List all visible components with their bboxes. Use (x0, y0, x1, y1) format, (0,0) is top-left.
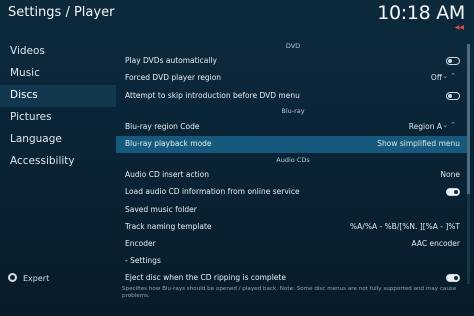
sidebar-item-videos[interactable]: Videos (0, 41, 116, 63)
setting-bluray-playback-mode[interactable]: Blu-ray playback mode Show simplified me… (116, 136, 470, 153)
back-arrow-icon[interactable]: ◀◀ (455, 24, 464, 31)
setting-value: None (440, 170, 460, 179)
setting-encoder-settings[interactable]: - Settings (116, 253, 470, 269)
setting-label: - Settings (125, 256, 161, 265)
setting-play-dvds-automatically[interactable]: Play DVDs automatically (116, 53, 470, 69)
setting-saved-music-folder[interactable]: Saved music folder (116, 202, 470, 218)
sidebar-item-label: Videos (10, 45, 45, 57)
setting-label: Saved music folder (125, 205, 197, 214)
sidebar-item-accessibility[interactable]: Accessibility (0, 151, 116, 173)
setting-bluray-region[interactable]: Blu-ray region Code Region A ⌄⌃ (116, 119, 470, 135)
sidebar-item-label: Discs (10, 89, 38, 101)
sidebar-item-label: Pictures (10, 111, 52, 123)
toggle-off-icon[interactable] (446, 57, 460, 65)
setting-label: Load audio CD information from online se… (125, 187, 300, 196)
page-title: Settings / Player (8, 5, 115, 20)
scrollbar-thumb[interactable] (467, 44, 470, 194)
setting-skip-intro[interactable]: Attempt to skip introduction before DVD … (116, 88, 470, 104)
setting-label: Forced DVD player region (125, 73, 222, 82)
toggle-off-icon[interactable] (446, 92, 460, 100)
sidebar-item-music[interactable]: Music (0, 63, 116, 85)
setting-label: Audio CD insert action (125, 170, 209, 179)
settings-list: DVD Play DVDs automatically Forced DVD p… (116, 38, 474, 288)
setting-forced-dvd-region[interactable]: Forced DVD player region Off ⌄⌃ (116, 70, 470, 86)
setting-label: Play DVDs automatically (125, 56, 217, 65)
expert-level-button[interactable]: Expert (8, 273, 49, 283)
sidebar-item-label: Music (10, 67, 40, 79)
setting-audio-cd-insert-action[interactable]: Audio CD insert action None (116, 167, 470, 183)
setting-label: Blu-ray region Code (125, 122, 200, 131)
setting-eject-disc[interactable]: Eject disc when the CD ripping is comple… (116, 270, 470, 286)
setting-label: Track naming template (125, 222, 212, 231)
setting-encoder[interactable]: Encoder AAC encoder (116, 236, 470, 252)
sidebar-item-discs[interactable]: Discs (0, 85, 116, 107)
setting-label: Blu-ray playback mode (125, 139, 212, 148)
description-line: Specifies how Blu-rays should be opened … (122, 286, 457, 292)
description-line: problems. (122, 293, 150, 299)
gear-icon (8, 273, 17, 282)
header: Settings / Player 10:18 AM ◀◀ (0, 0, 474, 31)
sidebar-item-label: Accessibility (10, 155, 75, 167)
setting-description: Specifies how Blu-rays should be opened … (122, 286, 462, 300)
clock: 10:18 AM (377, 2, 465, 24)
scrollbar[interactable] (467, 44, 470, 284)
spinner-arrows-icon[interactable]: ⌄⌃ (442, 72, 458, 80)
sidebar-item-language[interactable]: Language (0, 129, 116, 151)
setting-value: AAC encoder (411, 239, 461, 248)
setting-label: Encoder (125, 239, 156, 248)
sidebar-item-pictures[interactable]: Pictures (0, 107, 116, 129)
expert-label: Expert (23, 274, 50, 283)
setting-label: Eject disc when the CD ripping is comple… (125, 273, 286, 282)
sidebar-item-label: Language (10, 133, 62, 145)
section-header-dvd: DVD (285, 42, 301, 50)
spinner-arrows-icon[interactable]: ⌄⌃ (442, 121, 458, 129)
setting-label: Attempt to skip introduction before DVD … (125, 91, 300, 100)
section-header-bluray: Blu-ray (281, 107, 305, 115)
setting-value: %A/%A - %B/[%N. ][%A - ]%T (350, 222, 460, 231)
setting-track-naming-template[interactable]: Track naming template %A/%A - %B/[%N. ][… (116, 219, 470, 235)
setting-value: Off (430, 73, 442, 82)
setting-load-cd-info[interactable]: Load audio CD information from online se… (116, 184, 470, 200)
section-header-audio-cds: Audio CDs (276, 156, 310, 164)
toggle-on-icon[interactable] (446, 188, 460, 196)
setting-value: Region A (408, 122, 442, 131)
setting-value: Show simplified menu (377, 139, 460, 148)
toggle-on-icon[interactable] (446, 274, 460, 282)
